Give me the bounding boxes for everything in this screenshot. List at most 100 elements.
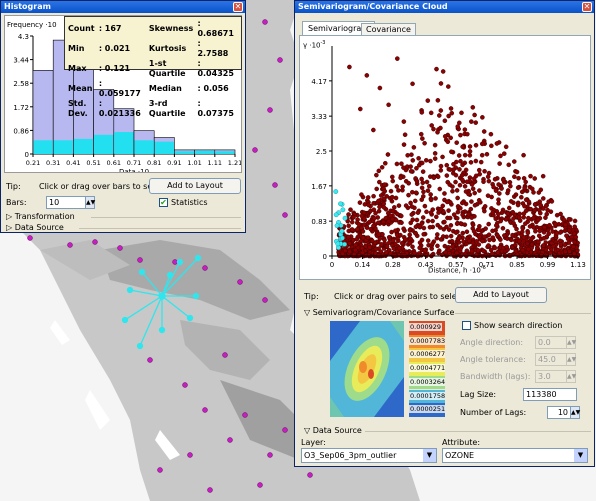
bars-input[interactable]: 10 — [46, 196, 86, 209]
chevron-down-icon[interactable]: ▼ — [423, 449, 436, 462]
semivariogram-point — [419, 110, 425, 115]
semivariogram-add-to-layout-button[interactable]: Add to Layout — [455, 287, 547, 303]
semivariogram-plot[interactable]: 4.17 3.33 2.5 1.67 0.83 00 0.14 0.28 0.43 0.57 0.7… — [300, 36, 590, 279]
semivariogram-point — [449, 149, 454, 155]
semivariogram-point — [453, 230, 459, 235]
attribute-select[interactable]: OZONE ▼ — [442, 448, 588, 463]
semivariogram-point — [512, 242, 518, 248]
semivariogram-point — [391, 246, 397, 251]
transformation-expander[interactable]: ▷ Transformation — [6, 212, 75, 221]
semivariogram-point — [410, 158, 416, 163]
semivariogram-point — [401, 226, 406, 232]
semivariogram-point — [541, 243, 546, 248]
angle-direction-input[interactable]: 0.0 — [535, 336, 567, 349]
histogram-window[interactable]: Histogram ✕ Frequency ·10 4.3 3.44 2.58 1.7… — [0, 0, 246, 233]
semivariogram-point — [514, 169, 520, 175]
semivariogram-point — [358, 106, 363, 112]
bandwidth-input[interactable]: 3.0 — [535, 370, 567, 383]
data-source-expander[interactable]: ▽ Data Source — [304, 426, 362, 435]
semivariogram-point — [374, 172, 379, 178]
histogram-data-source-expander[interactable]: ▷ Data Source — [6, 223, 64, 232]
layer-select[interactable]: O3_Sep06_3pm_outlier ▼ — [301, 448, 437, 463]
semivariogram-point — [357, 200, 363, 205]
semivariogram-chart-panel[interactable]: γ ·10-3 Distance, h ·10-6 4.17 3.33 2.5 1.6… — [299, 35, 591, 280]
semivariogram-point — [472, 190, 477, 196]
semivariogram-point — [460, 162, 465, 168]
semivariogram-point — [346, 212, 351, 217]
semivariogram-point — [533, 228, 538, 234]
histogram-titlebar[interactable]: Histogram ✕ — [1, 1, 245, 13]
legend-entry: 0.0003264 — [409, 375, 445, 390]
semivariogram-point — [375, 220, 381, 226]
semivariogram-titlebar[interactable]: Semivariogram/Covariance Cloud ✕ — [295, 1, 594, 13]
semivariogram-point — [354, 227, 360, 232]
semivariogram-point — [352, 247, 358, 253]
semivariogram-point — [442, 191, 447, 196]
semivariogram-point — [510, 232, 515, 238]
stats-cell: 3-rd Quartile — [148, 99, 186, 118]
bars-spinner[interactable]: ▲▼ — [85, 196, 95, 209]
semivariogram-point — [543, 203, 549, 209]
histogram-chart[interactable]: Frequency ·10 4.3 3.44 2.58 1.72 0.86 0 0.21 0.… — [4, 15, 242, 173]
semivariogram-tab-covariance[interactable]: Covariance — [361, 23, 416, 35]
semivariogram-point — [493, 223, 499, 228]
bandwidth-spinner[interactable]: ▲▼ — [566, 370, 576, 383]
show-search-direction-checkbox[interactable] — [462, 321, 471, 330]
stats-cell: : 2.7588 — [197, 39, 229, 58]
semivariogram-x-tick-label: 0.14 — [355, 261, 371, 269]
semivariogram-point — [381, 205, 387, 210]
attribute-label: Attribute: — [442, 438, 481, 447]
legend-entry: 0.0006277 — [409, 348, 445, 363]
semivariogram-y-tick-label: 1.67 — [311, 183, 327, 191]
angle-direction-spinner[interactable]: ▲▼ — [566, 336, 576, 349]
semivariogram-point — [447, 215, 453, 221]
close-icon[interactable]: ✕ — [582, 2, 592, 12]
semivariogram-point — [566, 216, 572, 222]
semivariogram-point — [356, 221, 362, 227]
semivariogram-point — [446, 227, 452, 232]
semivariogram-point — [538, 202, 543, 208]
histogram-x-tick-label: 0.21 — [26, 159, 40, 167]
semivariogram-point — [480, 115, 485, 120]
semivariogram-point — [449, 110, 455, 116]
semivariogram-point — [479, 152, 485, 158]
stats-cell: : 0.021 — [98, 44, 131, 53]
semivariogram-point — [549, 240, 554, 246]
semivariogram-point — [516, 239, 522, 244]
semivariogram-window[interactable]: Semivariogram/Covariance Cloud ✕ Semivar… — [294, 0, 595, 467]
semivariogram-point — [566, 228, 572, 234]
semivariogram-selected-point — [339, 228, 345, 234]
semivariogram-point — [481, 248, 486, 254]
semivariogram-surface-map[interactable] — [330, 321, 404, 417]
divider — [365, 431, 591, 432]
semivariogram-point — [428, 192, 433, 197]
statistics-checkbox[interactable]: ✔ — [159, 198, 168, 207]
chevron-down-icon[interactable]: ▼ — [574, 449, 587, 462]
semivariogram-point — [535, 217, 541, 223]
surface-expander[interactable]: ▽ Semivariogram/Covariance Surface — [304, 308, 454, 317]
semivariogram-point — [469, 119, 474, 124]
semivariogram-point — [422, 203, 428, 209]
number-of-lags-spinner[interactable]: ▲▼ — [570, 406, 580, 419]
semivariogram-point — [434, 66, 439, 72]
lag-size-input[interactable]: 113380 — [523, 388, 577, 401]
close-icon[interactable]: ✕ — [233, 2, 243, 12]
semivariogram-point — [408, 169, 414, 174]
semivariogram-point — [470, 105, 476, 110]
semivariogram-point — [419, 160, 425, 166]
semivariogram-point — [409, 212, 415, 217]
semivariogram-point — [478, 159, 484, 165]
semivariogram-point — [470, 186, 476, 192]
angle-tolerance-input[interactable]: 45.0 — [535, 353, 567, 366]
semivariogram-point — [454, 216, 460, 221]
semivariogram-point — [432, 151, 438, 156]
semivariogram-point — [482, 168, 487, 174]
legend-value: 0.0001758 — [409, 391, 445, 400]
semivariogram-point — [379, 165, 385, 170]
number-of-lags-input[interactable]: 10 — [547, 406, 571, 419]
semivariogram-point — [398, 232, 403, 238]
histogram-add-to-layout-button[interactable]: Add to Layout — [149, 178, 241, 194]
semivariogram-point — [507, 179, 513, 185]
semivariogram-point — [476, 242, 482, 247]
angle-tolerance-spinner[interactable]: ▲▼ — [566, 353, 576, 366]
